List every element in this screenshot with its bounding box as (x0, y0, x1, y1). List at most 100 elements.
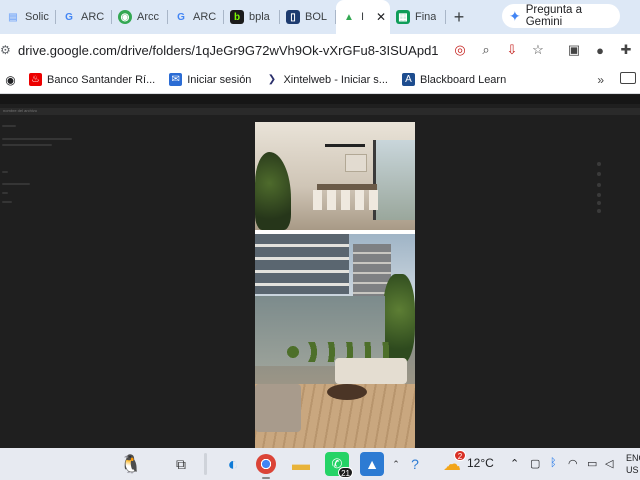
google-g-icon: G (177, 11, 185, 23)
onedrive-icon[interactable]: ▢ (530, 457, 540, 470)
bookmark-label: Iniciar sesión (187, 73, 252, 86)
sofa (335, 358, 407, 384)
dining-chairs (313, 190, 383, 210)
tab-arc-1[interactable]: G ARC (56, 0, 112, 34)
lens-icon[interactable]: ◎ (452, 42, 468, 58)
close-tab-icon[interactable]: ✕ (376, 10, 386, 24)
tray-chevron-icon[interactable]: ⌃ (510, 457, 519, 470)
coffee-table (327, 384, 367, 400)
chrome-icon[interactable] (256, 454, 276, 479)
bookmarks-overflow-button[interactable]: » (597, 73, 604, 87)
language-indicator[interactable]: ENG US (626, 452, 640, 476)
sheets-icon: ▦ (396, 10, 410, 24)
puzzle-icon[interactable]: ✚ (618, 42, 634, 58)
bookmark-santander[interactable]: ♨ Banco Santander Rí... (29, 73, 155, 86)
background-list-dot (597, 183, 601, 187)
background-list-line (2, 125, 16, 127)
taskbar-overflow-chevron[interactable]: ⌃ (389, 452, 403, 476)
drive-icon: ▲ (344, 11, 354, 23)
tab-strip: ▤ Solic G ARC ◉ Arcc G ARC b bpla ▯ BOL … (0, 0, 640, 34)
image-preview[interactable] (255, 122, 415, 448)
tab-label: BOL (305, 11, 328, 23)
tab-solic[interactable]: ▤ Solic (0, 0, 56, 34)
bookmark-label: Xintelweb - Iniciar s... (283, 73, 388, 86)
whatsapp-icon[interactable]: ✆ 21 (325, 452, 353, 478)
edge-icon[interactable]: ◐ (221, 452, 245, 476)
tab-label: Arcc (137, 11, 159, 23)
tab-drive-active[interactable]: ▲ I ✕ (336, 0, 390, 34)
wifi-icon[interactable]: ◠ (568, 457, 578, 470)
file-name-label: nombre del archivo (3, 108, 38, 113)
blackboard-icon: A (401, 73, 415, 86)
bookmark-xintelweb[interactable]: ❯ Xintelweb - Iniciar s... (265, 73, 388, 86)
tab-arc-2[interactable]: G ARC (168, 0, 224, 34)
bookmark-blackboard[interactable]: A Blackboard Learn (401, 73, 507, 86)
tab-label: bpla (249, 11, 270, 23)
drive-file-viewer: nombre del archivo (0, 95, 640, 448)
photos-icon[interactable]: ▲ (360, 452, 384, 476)
b-icon: b (230, 10, 244, 24)
globe-icon[interactable]: ◉ (4, 73, 17, 87)
file-explorer-icon[interactable]: ▬ (289, 452, 313, 476)
santander-icon: ♨ (29, 73, 42, 86)
bol-icon: ▯ (286, 10, 300, 24)
language-line-1: ENG (626, 453, 640, 463)
tab-bol[interactable]: ▯ BOL (280, 0, 336, 34)
bluetooth-icon[interactable]: ᛒ (550, 457, 557, 469)
gemini-label: Pregunta a Gemini (525, 4, 582, 28)
tab-fina[interactable]: ▦ Fina (390, 0, 446, 34)
tab-label: Fina (415, 11, 437, 23)
tab-label: I (361, 11, 365, 23)
lounge-chair (255, 384, 301, 432)
bookmark-label: Blackboard Learn (419, 73, 507, 86)
bookmark-star-icon[interactable]: ☆ (530, 42, 546, 58)
bookmark-iniciar-sesion[interactable]: ✉ Iniciar sesión (169, 73, 251, 86)
tab-label: ARC (81, 11, 105, 23)
task-view-icon[interactable]: ⧉ (169, 452, 193, 476)
gemini-sparkle-icon: ✦ (509, 7, 521, 24)
tab-arcc[interactable]: ◉ Arcc (112, 0, 168, 34)
address-bar[interactable]: drive.google.com/drive/folders/1qJeGr9G7… (18, 43, 439, 58)
mail-icon: ✉ (169, 73, 183, 86)
gemini-button[interactable]: ✦ Pregunta a Gemini (502, 4, 620, 28)
background-list-line (2, 201, 12, 203)
background-list-dot (597, 172, 601, 176)
weather-icon[interactable]: ☁ 2 (440, 450, 466, 476)
extensions-icon[interactable]: ▣ (566, 42, 582, 58)
puffin-widget-icon[interactable]: 🐧 (116, 450, 146, 478)
background-list-line (2, 192, 8, 194)
background-list-line (2, 183, 30, 185)
background-list-dot (597, 162, 601, 166)
folder-icon[interactable] (620, 72, 636, 84)
bookmark-label: Banco Santander Rí... (47, 73, 156, 86)
weather-badge: 2 (454, 450, 466, 461)
battery-icon[interactable]: ▭ (587, 457, 597, 470)
help-icon[interactable]: ? (407, 452, 423, 476)
interior-dining-photo (255, 122, 415, 230)
globe-icon: ◉ (118, 10, 132, 24)
doc-icon: ▤ (8, 11, 18, 23)
plant (255, 152, 291, 230)
site-info-icon[interactable]: ⚙ (0, 43, 14, 57)
tab-label: ARC (193, 11, 217, 23)
bookmarks-bar: ◉ ♨ Banco Santander Rí... ✉ Iniciar sesi… (0, 66, 640, 94)
background-list-line (2, 144, 52, 146)
zoom-icon[interactable]: ⌕ (478, 42, 494, 58)
install-app-icon[interactable]: ⇩ (504, 42, 520, 58)
whatsapp-badge: 21 (338, 467, 353, 478)
screen: { "browser": { "tabs": [ {"label": "Soli… (0, 0, 640, 480)
tab-bpla[interactable]: b bpla (224, 0, 280, 34)
wall-art (345, 154, 367, 172)
temperature-label[interactable]: 12°C (467, 456, 494, 470)
tab-label: Solic (25, 11, 49, 23)
background-list-line (2, 138, 72, 140)
xintel-icon: ❯ (267, 74, 277, 85)
background-list-dot (597, 209, 601, 213)
background-list-dot (597, 193, 601, 197)
new-tab-button[interactable]: + (446, 0, 472, 34)
viewer-header: nombre del archivo (0, 108, 640, 115)
volume-icon[interactable]: ◁ (605, 457, 613, 470)
address-toolbar: ⚙ drive.google.com/drive/folders/1qJeGr9… (0, 34, 640, 66)
profile-icon[interactable]: ● (592, 42, 608, 58)
ceiling-lamp (325, 144, 365, 147)
